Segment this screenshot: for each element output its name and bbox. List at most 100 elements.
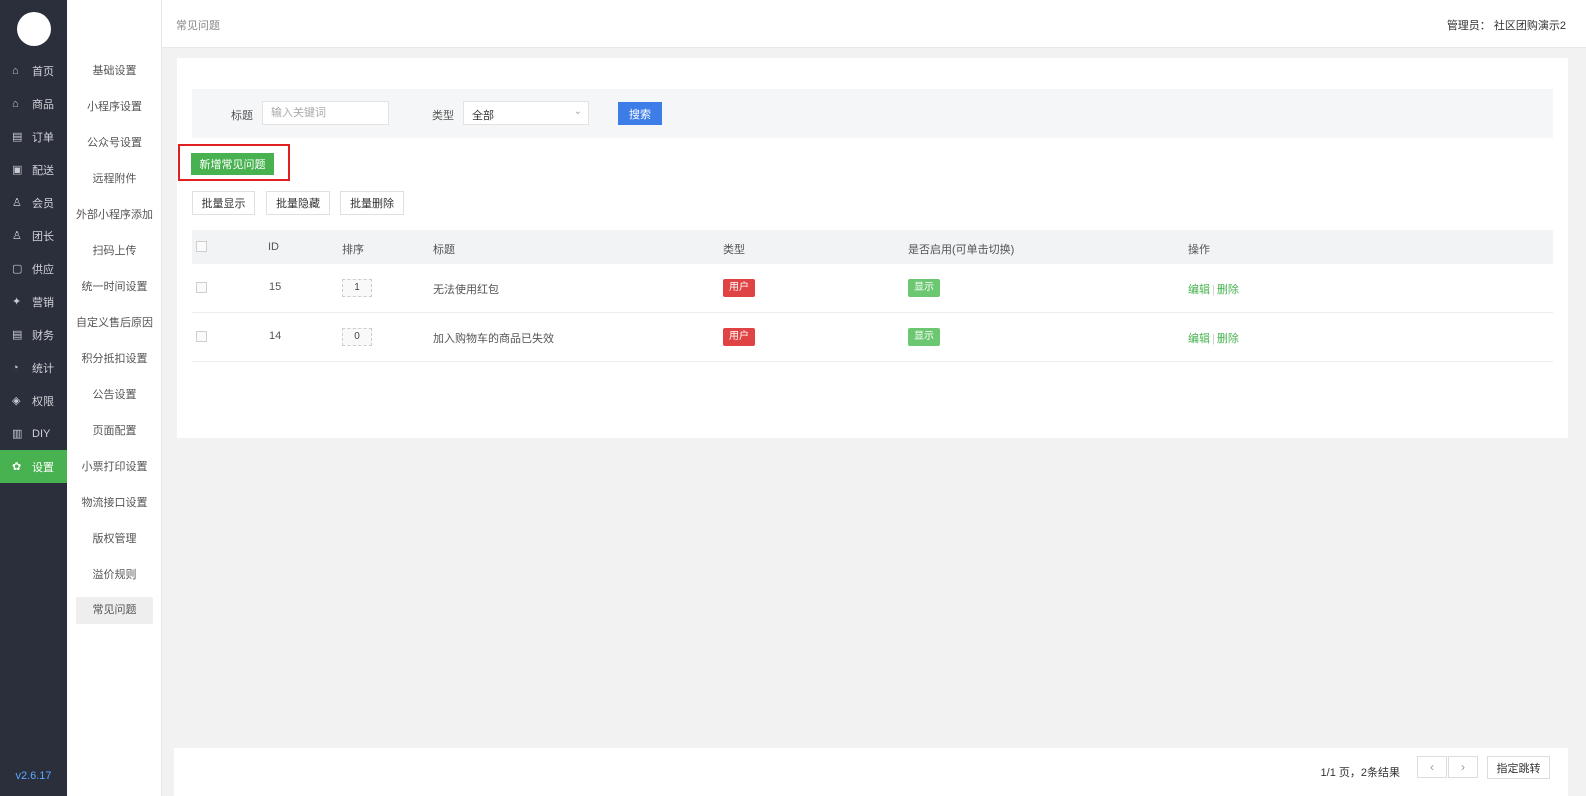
submenu-item[interactable]: 小程序设置 bbox=[76, 89, 153, 125]
select-all-checkbox[interactable] bbox=[196, 241, 207, 252]
nav-item-label: 供应 bbox=[32, 263, 54, 276]
filter-bar: 标题 类型 全部 ⌄ 搜索 bbox=[192, 89, 1553, 138]
type-filter-label: 类型 bbox=[432, 110, 454, 122]
nav-item-home[interactable]: ⌂ 首页 bbox=[0, 54, 67, 87]
submenu-item[interactable]: 自定义售后原因 bbox=[76, 305, 153, 341]
submenu-item[interactable]: 溢价规则 bbox=[76, 557, 153, 593]
submenu-item[interactable]: 小票打印设置 bbox=[76, 449, 153, 485]
row-id: 14 bbox=[269, 330, 282, 342]
search-button[interactable]: 搜索 bbox=[618, 102, 662, 125]
row-title: 无法使用红包 bbox=[433, 284, 499, 296]
version-label: v2.6.17 bbox=[15, 770, 52, 782]
nav-item-delivery[interactable]: ▣ 配送 bbox=[0, 153, 67, 186]
col-type: 类型 bbox=[723, 244, 745, 256]
row-checkbox[interactable] bbox=[196, 331, 207, 342]
nav-item-label: 财务 bbox=[32, 329, 54, 342]
nav-item-label: 设置 bbox=[32, 461, 54, 474]
col-ops: 操作 bbox=[1188, 244, 1210, 256]
order-icon: ▤ bbox=[12, 131, 23, 143]
nav-item-diy[interactable]: ▥ DIY bbox=[0, 417, 67, 450]
breadcrumb: 常见问题 bbox=[176, 20, 220, 32]
row-checkbox[interactable] bbox=[196, 282, 207, 293]
submenu-item[interactable]: 基础设置 bbox=[76, 53, 153, 89]
page-info: 1/1 页，2条结果 bbox=[1320, 767, 1400, 779]
logo bbox=[16, 12, 51, 46]
bulk-hide-button[interactable]: 批量隐藏 bbox=[266, 191, 330, 215]
bulk-delete-button[interactable]: 批量删除 bbox=[340, 191, 404, 215]
permission-icon: ◈ bbox=[12, 395, 21, 407]
table-header: ID 排序 标题 类型 是否启用(可单击切换) 操作 bbox=[192, 230, 1553, 264]
submenu-item[interactable]: 公众号设置 bbox=[76, 125, 153, 161]
type-select[interactable]: 全部 ⌄ bbox=[463, 101, 589, 125]
top-header: 常见问题 管理员： 社区团购演示2 bbox=[162, 0, 1586, 48]
faq-table: ID 排序 标题 类型 是否启用(可单击切换) 操作 15 1 无法使用红包 用… bbox=[192, 230, 1553, 362]
nav-item-goods[interactable]: ⌂ 商品 bbox=[0, 87, 67, 120]
row-id: 15 bbox=[269, 281, 282, 293]
type-badge: 用户 bbox=[723, 279, 755, 297]
row-actions: 编辑 | 删除 bbox=[1188, 330, 1239, 346]
add-faq-button[interactable]: 新增常见问题 bbox=[191, 153, 274, 175]
delete-link[interactable]: 删除 bbox=[1217, 333, 1239, 345]
title-filter-label: 标题 bbox=[231, 110, 253, 122]
next-page-button[interactable]: › bbox=[1448, 756, 1478, 778]
submenu-item[interactable]: 版权管理 bbox=[76, 521, 153, 557]
submenu-item-faq[interactable]: 常见问题 bbox=[76, 597, 153, 624]
submenu-item[interactable]: 积分抵扣设置 bbox=[76, 341, 153, 377]
settings-submenu: 基础设置 小程序设置 公众号设置 远程附件 外部小程序添加 扫码上传 统一时间设… bbox=[67, 0, 162, 796]
nav-item-members[interactable]: ♙ 会员 bbox=[0, 186, 67, 219]
nav-item-permissions[interactable]: ◈ 权限 bbox=[0, 384, 67, 417]
submenu-item[interactable]: 统一时间设置 bbox=[76, 269, 153, 305]
prev-page-button[interactable]: ‹ bbox=[1417, 756, 1447, 778]
main-nav: ⌂ 首页 ⌂ 商品 ▤ 订单 ▣ 配送 ♙ 会员 ♙ 团长 ▢ 供应 ✦ 营销 ▤ 财务 ◔ 统计 … bbox=[0, 0, 67, 796]
nav-item-label: 订单 bbox=[32, 131, 54, 144]
row-actions: 编辑 | 删除 bbox=[1188, 281, 1239, 297]
delivery-icon: ▣ bbox=[12, 164, 23, 176]
table-row: 14 0 加入购物车的商品已失效 用户 显示 编辑 | 删除 bbox=[192, 313, 1553, 362]
nav-item-label: DIY bbox=[32, 427, 51, 440]
settings-icon: ✿ bbox=[12, 461, 22, 473]
submenu-item[interactable]: 公告设置 bbox=[76, 377, 153, 413]
sort-input[interactable]: 1 bbox=[342, 279, 372, 297]
finance-icon: ▤ bbox=[12, 329, 23, 341]
supply-icon: ▢ bbox=[12, 263, 23, 275]
status-toggle[interactable]: 显示 bbox=[908, 328, 940, 346]
status-toggle[interactable]: 显示 bbox=[908, 279, 940, 297]
delete-link[interactable]: 删除 bbox=[1217, 284, 1239, 296]
nav-item-label: 商品 bbox=[32, 98, 54, 111]
stats-icon: ◔ bbox=[12, 361, 19, 374]
edit-link[interactable]: 编辑 bbox=[1188, 333, 1210, 345]
submenu-item[interactable]: 远程附件 bbox=[76, 161, 153, 197]
nav-item-label: 团长 bbox=[32, 230, 54, 243]
pagination-bar: 1/1 页，2条结果 ‹ › 指定跳转 bbox=[174, 748, 1568, 796]
table-row: 15 1 无法使用红包 用户 显示 编辑 | 删除 bbox=[192, 264, 1553, 313]
title-search-input[interactable] bbox=[262, 101, 389, 125]
col-title: 标题 bbox=[433, 244, 455, 256]
nav-item-orders[interactable]: ▤ 订单 bbox=[0, 120, 67, 153]
bulk-show-button[interactable]: 批量显示 bbox=[192, 191, 255, 215]
nav-item-label: 营销 bbox=[32, 296, 54, 309]
submenu-item[interactable]: 扫码上传 bbox=[76, 233, 153, 269]
nav-item-leaders[interactable]: ♙ 团长 bbox=[0, 219, 67, 252]
submenu-item[interactable]: 外部小程序添加 bbox=[76, 197, 153, 233]
edit-link[interactable]: 编辑 bbox=[1188, 284, 1210, 296]
main-card: 标题 类型 全部 ⌄ 搜索 新增常见问题 批量显示 批量隐藏 批量删除 ID 排… bbox=[177, 58, 1568, 438]
submenu-item[interactable]: 页面配置 bbox=[76, 413, 153, 449]
nav-item-label: 会员 bbox=[32, 197, 54, 210]
nav-item-finance[interactable]: ▤ 财务 bbox=[0, 318, 67, 351]
nav-item-label: 配送 bbox=[32, 164, 54, 177]
nav-list: ⌂ 首页 ⌂ 商品 ▤ 订单 ▣ 配送 ♙ 会员 ♙ 团长 ▢ 供应 ✦ 营销 ▤ 财务 ◔ 统计 … bbox=[0, 54, 67, 483]
nav-item-label: 首页 bbox=[32, 65, 54, 78]
nav-item-marketing[interactable]: ✦ 营销 bbox=[0, 285, 67, 318]
member-icon: ♙ bbox=[12, 197, 22, 209]
home-icon: ⌂ bbox=[12, 64, 19, 77]
submenu-item[interactable]: 物流接口设置 bbox=[76, 485, 153, 521]
chevron-down-icon: ⌄ bbox=[573, 106, 582, 117]
admin-info[interactable]: 管理员： 社区团购演示2 bbox=[1447, 17, 1566, 33]
shop-icon: ⌂ bbox=[12, 97, 19, 110]
nav-item-stats[interactable]: ◔ 统计 bbox=[0, 351, 67, 384]
sort-input[interactable]: 0 bbox=[342, 328, 372, 346]
jump-page-button[interactable]: 指定跳转 bbox=[1487, 756, 1550, 779]
nav-item-supply[interactable]: ▢ 供应 bbox=[0, 252, 67, 285]
nav-item-settings[interactable]: ✿ 设置 bbox=[0, 450, 67, 483]
nav-item-label: 统计 bbox=[32, 362, 54, 375]
